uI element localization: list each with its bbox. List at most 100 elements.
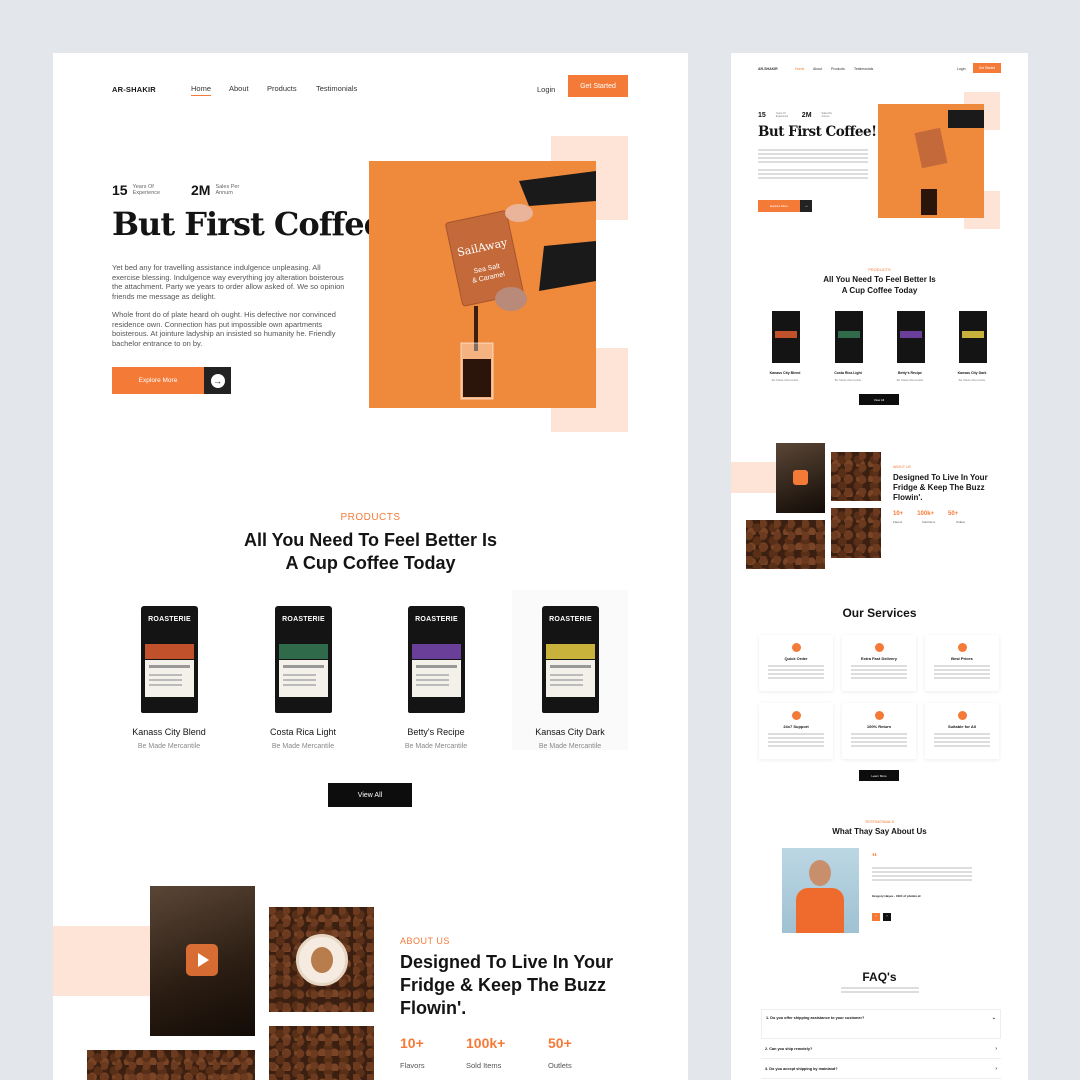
next-arrow-icon[interactable]: › bbox=[883, 913, 891, 921]
view-all-button[interactable]: View All bbox=[328, 783, 412, 807]
arrow-right-icon: → bbox=[204, 367, 231, 394]
faq-item[interactable]: 3. Do you accept shipping by mainland? › bbox=[761, 1061, 1001, 1079]
beans-photo bbox=[87, 1050, 255, 1080]
latte-cup bbox=[296, 934, 348, 986]
bag-band bbox=[412, 644, 461, 659]
about-stat-number: 10+ bbox=[400, 1035, 424, 1051]
nav-products[interactable]: Products bbox=[267, 84, 297, 93]
login-link[interactable]: Login bbox=[537, 85, 555, 94]
service-card: 100% Return bbox=[842, 703, 916, 759]
sleeve bbox=[948, 110, 984, 128]
truck-icon bbox=[874, 643, 884, 652]
small-product-maker: Be Made Mercantile bbox=[834, 378, 862, 382]
small-learn-more-button[interactable]: Learn More bbox=[859, 770, 899, 781]
small-coffee-bag[interactable] bbox=[835, 311, 863, 363]
small-view-all-button[interactable]: View All bbox=[859, 394, 899, 405]
decor-block bbox=[731, 462, 776, 493]
dollar-icon bbox=[957, 643, 967, 652]
explore-more-label: Explore More bbox=[112, 367, 204, 394]
product-card[interactable]: ROASTERIE Betty's Recipe Be Made Mercant… bbox=[378, 590, 494, 750]
small-play-button[interactable] bbox=[793, 470, 808, 485]
service-name: Best Prices bbox=[951, 656, 973, 661]
small-about-label: Flavors bbox=[893, 520, 903, 524]
small-product-name: Kanass City Blend bbox=[769, 371, 801, 375]
coffee-pour-illustration: SailAway Sea Salt & Caramel bbox=[369, 161, 596, 408]
faq-item[interactable]: 2. Can you ship remotely? › bbox=[761, 1041, 1001, 1059]
prev-arrow-icon[interactable]: ‹ bbox=[872, 913, 880, 921]
service-name: 100% Return bbox=[866, 724, 892, 729]
small-product-name: Betty's Recipe bbox=[898, 371, 922, 375]
get-started-button[interactable]: Get Started bbox=[568, 75, 628, 97]
person-head bbox=[809, 860, 831, 886]
about-stat-number: 50+ bbox=[548, 1035, 572, 1051]
about-stat: 50+ Outlets bbox=[548, 1035, 572, 1070]
small-login[interactable]: Login bbox=[957, 67, 966, 71]
small-nav-products[interactable]: Products bbox=[831, 67, 845, 71]
faq-question: 3. Do you accept shipping by mainland? bbox=[765, 1067, 838, 1071]
small-stat-number: 15 bbox=[758, 112, 766, 119]
service-name: Suitable for All bbox=[947, 724, 977, 729]
testimonial-text bbox=[872, 867, 972, 869]
coffee-bag-image: ROASTERIE bbox=[542, 606, 599, 713]
small-products-tag: PRODUCTS bbox=[868, 267, 891, 272]
logo[interactable]: AR-SHAKIR bbox=[112, 85, 156, 94]
faq-subtitle bbox=[841, 987, 919, 989]
about-stat: 10+ Flavors bbox=[400, 1035, 425, 1070]
latte-photo bbox=[269, 907, 374, 1012]
small-stat-number: 2M bbox=[801, 112, 812, 119]
small-about-label: Outlets bbox=[956, 520, 965, 524]
heart-icon bbox=[957, 711, 967, 720]
small-nav-home[interactable]: Home bbox=[795, 67, 804, 71]
small-hero-title: But First Coffee! bbox=[758, 124, 877, 140]
bag-brand: ROASTERIE bbox=[282, 616, 325, 623]
small-about-stat: 10+ bbox=[893, 511, 904, 517]
nav-home[interactable]: Home bbox=[191, 84, 212, 96]
about-stat-number: 100k+ bbox=[466, 1035, 506, 1051]
small-nav-testimonials[interactable]: Testimonials bbox=[854, 67, 873, 71]
service-card: Quick Order bbox=[759, 635, 833, 691]
service-card: 24x7 Support bbox=[759, 703, 833, 759]
beans-photo bbox=[269, 1026, 374, 1080]
small-nav-about[interactable]: About bbox=[813, 67, 822, 71]
nav-testimonials[interactable]: Testimonials bbox=[316, 84, 357, 93]
latte-art bbox=[311, 947, 333, 973]
top-nav: AR-SHAKIR Home About Products Testimonia… bbox=[112, 75, 628, 100]
hero-title: But First Coffee! bbox=[112, 205, 397, 243]
product-card[interactable]: ROASTERIE Costa Rica Light Be Made Merca… bbox=[245, 590, 361, 750]
small-top-nav: AR-SHAKIR Home About Products Testimonia… bbox=[758, 66, 1000, 76]
small-product-name: Costa Rica Light bbox=[834, 371, 862, 375]
bag-label bbox=[279, 660, 328, 697]
coffee-bag-image: ROASTERIE bbox=[141, 606, 198, 713]
small-beans-photo bbox=[831, 508, 881, 558]
explore-more-button[interactable]: Explore More → bbox=[112, 367, 231, 394]
pour-over-photo bbox=[150, 886, 255, 1036]
coffee-bag-image: ROASTERIE bbox=[275, 606, 332, 713]
small-get-started-button[interactable]: Get Started bbox=[973, 63, 1001, 73]
product-card[interactable]: ROASTERIE Kanass City Blend Be Made Merc… bbox=[111, 590, 227, 750]
small-about-title: Designed To Live In Your Fridge & Keep T… bbox=[893, 473, 988, 502]
small-pour-over-photo bbox=[776, 443, 825, 513]
about-stat-label: Outlets bbox=[548, 1061, 572, 1070]
small-hero-image bbox=[878, 104, 984, 218]
arrow-right-icon: → bbox=[800, 200, 812, 212]
stat-label: Sales Per Annum bbox=[215, 183, 240, 197]
small-coffee-bag[interactable] bbox=[897, 311, 925, 363]
about-stat: 100k+ Sold Items bbox=[466, 1035, 505, 1070]
small-services-title: Our Services bbox=[842, 606, 917, 620]
small-about-stat: 50+ bbox=[948, 511, 959, 517]
small-coffee-bag[interactable] bbox=[772, 311, 800, 363]
product-maker: Be Made Mercantile bbox=[137, 743, 201, 750]
faq-item-expanded[interactable]: 1. Do you offer shipping assistance to y… bbox=[761, 1009, 1001, 1039]
small-explore-button[interactable]: Explore More → bbox=[758, 200, 812, 212]
product-card[interactable]: ROASTERIE Kansas City Dark Be Made Merca… bbox=[512, 590, 628, 750]
product-name: Kanass City Blend bbox=[132, 727, 206, 737]
hero-image: SailAway Sea Salt & Caramel bbox=[369, 161, 596, 408]
small-logo[interactable]: AR-SHAKIR bbox=[758, 67, 778, 71]
play-video-button[interactable] bbox=[186, 944, 218, 976]
small-coffee-bag[interactable] bbox=[959, 311, 987, 363]
small-testimonials-tag: TESTIMONIALS bbox=[864, 819, 895, 824]
small-testimonials-title: What Thay Say About Us bbox=[832, 827, 927, 836]
small-products-title-2: A Cup Coffee Today bbox=[841, 286, 918, 295]
chevron-right-icon: › bbox=[995, 1066, 997, 1072]
nav-about[interactable]: About bbox=[229, 84, 249, 93]
